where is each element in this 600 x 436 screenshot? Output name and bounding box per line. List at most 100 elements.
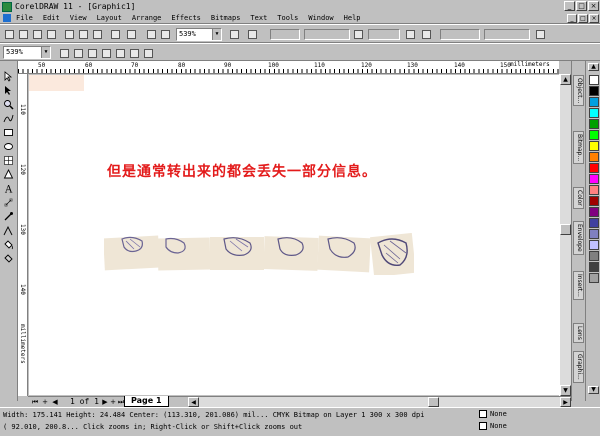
menu-help[interactable]: Help — [344, 14, 361, 22]
doc-restore-button[interactable]: □ — [578, 14, 588, 23]
zoom-width-icon[interactable] — [128, 47, 140, 59]
color-swatch[interactable] — [589, 262, 599, 272]
pick-tool-icon[interactable] — [3, 71, 14, 82]
zoom-all-objects-icon[interactable] — [100, 47, 112, 59]
copy-icon[interactable] — [77, 28, 89, 40]
color-swatch[interactable] — [589, 97, 599, 107]
chevron-down-icon[interactable]: ▼ — [212, 29, 221, 40]
freehand-tool-icon[interactable] — [3, 113, 14, 124]
zoom-out-icon[interactable] — [72, 47, 84, 59]
menu-window[interactable]: Window — [308, 14, 333, 22]
color-swatch[interactable] — [589, 240, 599, 250]
export-icon[interactable] — [159, 28, 171, 40]
color-swatch[interactable] — [589, 130, 599, 140]
zoom-tool-icon[interactable] — [3, 99, 14, 110]
previous-page-icon[interactable]: ◀ — [50, 397, 60, 407]
docker-tab-object[interactable]: Object... — [573, 75, 584, 107]
menu-effects[interactable]: Effects — [171, 14, 201, 22]
interactive-fill-tool-icon[interactable] — [3, 253, 14, 264]
scroll-up-icon[interactable]: ▲ — [560, 74, 571, 85]
palette-scroll-up-icon[interactable]: ▲ — [588, 63, 599, 71]
scroll-left-icon[interactable]: ◀ — [188, 397, 199, 407]
close-button[interactable]: × — [588, 1, 599, 11]
menu-tools[interactable]: Tools — [277, 14, 298, 22]
menu-text[interactable]: Text — [250, 14, 267, 22]
outline-tool-icon[interactable] — [3, 225, 14, 236]
corel-online-icon[interactable] — [246, 28, 258, 40]
print-icon[interactable] — [45, 28, 57, 40]
shape-tool-icon[interactable] — [3, 85, 14, 96]
scroll-down-icon[interactable]: ▼ — [560, 385, 571, 396]
vertical-ruler[interactable]: 110 120 130 140 millimeters — [18, 74, 28, 396]
color-swatch[interactable] — [589, 196, 599, 206]
docker-tab-graphic[interactable]: Graphi... — [573, 351, 584, 383]
color-swatch[interactable] — [589, 273, 599, 283]
paste-icon[interactable] — [91, 28, 103, 40]
ellipse-tool-icon[interactable] — [3, 141, 14, 152]
menu-file[interactable]: File — [16, 14, 33, 22]
chevron-down-icon[interactable]: ▼ — [41, 47, 50, 58]
vertical-scrollbar[interactable]: ▲ ▼ — [559, 74, 571, 396]
color-swatch[interactable] — [589, 251, 599, 261]
horizontal-scroll-thumb[interactable] — [428, 397, 439, 407]
rectangle-tool-icon[interactable] — [3, 127, 14, 138]
color-swatch[interactable] — [589, 163, 599, 173]
zoom-height-icon[interactable] — [142, 47, 154, 59]
horizontal-scrollbar[interactable]: ◀ ▶ — [188, 397, 571, 407]
zoom-levels-combo[interactable]: 539% ▼ — [3, 46, 51, 59]
menu-edit[interactable]: Edit — [43, 14, 60, 22]
doc-minimize-button[interactable]: _ — [567, 14, 577, 23]
scroll-right-icon[interactable]: ▶ — [560, 397, 571, 407]
docker-tab-lens[interactable]: Lens — [573, 323, 584, 343]
doc-close-button[interactable]: × — [589, 14, 599, 23]
palette-scroll-down-icon[interactable]: ▼ — [588, 386, 599, 394]
drawing-canvas[interactable]: 但是通常转出来的都会丢失一部分信息。 — [29, 75, 559, 395]
redo-icon[interactable] — [125, 28, 137, 40]
save-icon[interactable] — [31, 28, 43, 40]
color-swatch[interactable] — [589, 152, 599, 162]
open-icon[interactable] — [17, 28, 29, 40]
bitmap-sketch-strip[interactable] — [104, 233, 414, 275]
menu-arrange[interactable]: Arrange — [132, 14, 162, 22]
color-swatch[interactable] — [589, 229, 599, 239]
add-page-before-icon[interactable]: + — [40, 397, 50, 407]
menu-bitmaps[interactable]: Bitmaps — [211, 14, 241, 22]
color-swatch[interactable] — [589, 218, 599, 228]
color-swatch[interactable] — [589, 119, 599, 129]
vertical-scroll-thumb[interactable] — [560, 224, 571, 235]
horizontal-ruler[interactable]: 50 60 70 80 90 100 110 120 130 140 150 m… — [18, 61, 559, 74]
zoom-page-icon[interactable] — [114, 47, 126, 59]
minimize-button[interactable]: _ — [564, 1, 575, 11]
color-swatch[interactable] — [589, 108, 599, 118]
basic-shapes-tool-icon[interactable] — [3, 168, 14, 180]
document-icon[interactable] — [3, 14, 11, 22]
docker-tab-envelope[interactable]: Envelope — [573, 221, 584, 255]
interactive-blend-tool-icon[interactable] — [3, 197, 14, 208]
tab-page-1[interactable]: Page 1 — [124, 396, 169, 407]
zoom-level-combo[interactable]: 539% ▼ — [176, 28, 222, 41]
color-swatch[interactable] — [589, 75, 599, 85]
menu-view[interactable]: View — [70, 14, 87, 22]
color-swatch[interactable] — [589, 174, 599, 184]
fill-indicator[interactable]: None — [479, 410, 507, 418]
first-page-icon[interactable]: ⏮ — [30, 397, 40, 407]
undo-icon[interactable] — [109, 28, 121, 40]
import-icon[interactable] — [145, 28, 157, 40]
selected-object-edge[interactable] — [29, 75, 84, 91]
polygon-tool-icon[interactable] — [3, 155, 14, 166]
color-swatch[interactable] — [589, 141, 599, 151]
zoom-in-icon[interactable] — [58, 47, 70, 59]
eyedropper-tool-icon[interactable] — [3, 211, 14, 222]
color-swatch[interactable] — [589, 207, 599, 217]
fill-tool-icon[interactable] — [3, 239, 14, 250]
outline-indicator[interactable]: None — [479, 422, 507, 430]
docker-tab-bitmap[interactable]: Bitmap... — [573, 131, 584, 165]
color-swatch[interactable] — [589, 185, 599, 195]
new-document-icon[interactable] — [3, 28, 15, 40]
zoom-selected-icon[interactable] — [86, 47, 98, 59]
maximize-button[interactable]: □ — [576, 1, 587, 11]
application-launcher-icon[interactable] — [228, 28, 240, 40]
headline-text[interactable]: 但是通常转出来的都会丢失一部分信息。 — [107, 161, 377, 181]
docker-tab-color[interactable]: Color — [573, 187, 584, 209]
color-swatch[interactable] — [589, 86, 599, 96]
